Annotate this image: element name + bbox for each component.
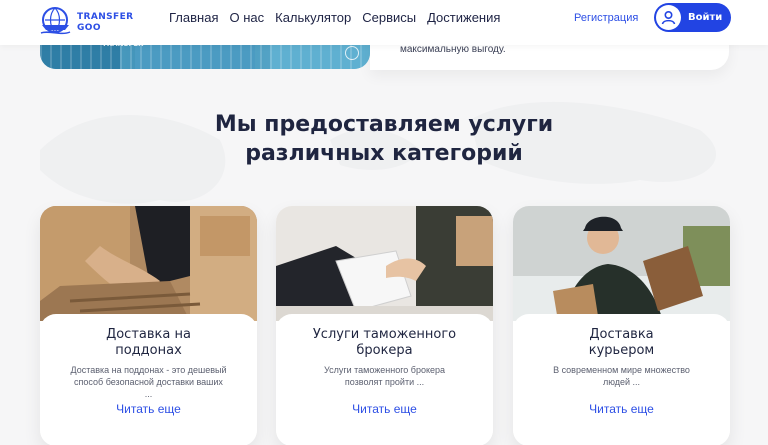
service-card-pallet[interactable]: Доставка на поддонах Доставка на поддонах…	[40, 206, 257, 445]
card-description: Услуги таможенного брокера позволят пройт…	[323, 365, 446, 387]
user-icon	[656, 5, 681, 30]
main-nav: Главная О нас Калькулятор Сервисы Достиж…	[169, 10, 500, 25]
card-title: Доставка на поддонах	[106, 327, 191, 358]
service-card-customs[interactable]: Услуги таможенного брокера Услуги таможен…	[276, 206, 493, 445]
customs-broker-image	[276, 206, 493, 321]
pallet-delivery-image	[40, 206, 257, 321]
nav-about[interactable]: О нас	[229, 10, 264, 25]
card-body: Услуги таможенного брокера Услуги таможен…	[276, 314, 493, 445]
login-button[interactable]: Войти	[654, 3, 731, 32]
nav-calculator[interactable]: Калькулятор	[275, 10, 351, 25]
section-title-line2: различных категорий	[245, 141, 523, 166]
read-more-link[interactable]: Читать еще	[513, 402, 730, 416]
card-description: В современном мире множество людей ...	[553, 365, 690, 387]
logo[interactable]: TRANSFER GOO	[39, 5, 134, 36]
nav-services[interactable]: Сервисы	[362, 10, 416, 25]
logo-text-line2: GOO	[77, 23, 101, 33]
read-more-link[interactable]: Читать еще	[276, 402, 493, 416]
login-label: Войти	[688, 12, 723, 23]
globe-ship-logo-icon	[40, 7, 71, 35]
section-title-line1: Мы предоставляем услуги	[214, 112, 554, 137]
about-text: максимальную выгоду.	[400, 44, 506, 55]
read-more-link[interactable]: Читать еще	[40, 402, 257, 416]
card-title: Доставка курьером	[588, 327, 655, 358]
register-link[interactable]: Регистрация	[574, 12, 638, 24]
card-body: Доставка на поддонах Доставка на поддонах…	[40, 314, 257, 445]
container-logo-icon	[345, 46, 359, 60]
card-title: Услуги таможенного брокера	[312, 327, 457, 358]
page: TRANSFER максимальную выгоду. TRANSFER G…	[0, 0, 768, 445]
courier-delivery-image	[513, 206, 730, 321]
card-description: Доставка на поддонах - это дешевый способ…	[70, 365, 227, 399]
card-body: Доставка курьером В современном мире множ…	[513, 314, 730, 445]
nav-achievements[interactable]: Достижения	[427, 10, 500, 25]
section-title: Мы предоставляем услуги различных катего…	[0, 110, 768, 168]
service-card-courier[interactable]: Доставка курьером В современном мире множ…	[513, 206, 730, 445]
nav-home[interactable]: Главная	[169, 10, 218, 25]
header: TRANSFER GOO Главная О нас Калькулятор С…	[0, 0, 768, 45]
logo-text-line1: TRANSFER	[77, 12, 134, 22]
